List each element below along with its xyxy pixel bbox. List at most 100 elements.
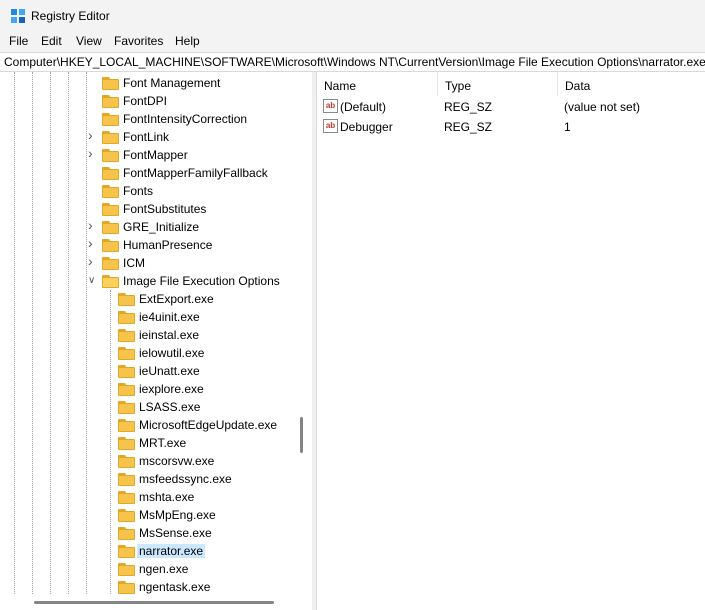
tree-item[interactable]: ngen.exe [0,560,293,578]
folder-icon [102,113,119,126]
folder-body [102,115,119,126]
tree-item[interactable]: ielowutil.exe [0,344,293,362]
tree-item[interactable]: › HumanPresence [0,236,293,254]
tree-item[interactable]: FontIntensityCorrection [0,110,293,128]
chevron-right-icon[interactable]: › [88,128,98,142]
folder-icon [118,581,135,594]
tree-item-label: ie4uinit.exe [139,310,200,324]
tree-item[interactable]: LSASS.exe [0,398,293,416]
folder-icon [118,527,135,540]
folder-icon [102,149,119,162]
tree-item[interactable]: › ICM [0,254,293,272]
chevron-right-icon[interactable]: › [88,218,98,232]
menu-edit[interactable]: Edit [40,34,63,48]
folder-body [118,457,135,468]
value-row[interactable]: ab (Default) REG_SZ (value not set) [317,97,705,117]
folder-body [118,475,135,486]
tree-item[interactable]: ieinstal.exe [0,326,293,344]
address-bar[interactable]: Computer\HKEY_LOCAL_MACHINE\SOFTWARE\Mic… [0,52,705,72]
tree-item[interactable]: › FontLink [0,128,293,146]
folder-icon [118,563,135,576]
folder-body [102,223,119,234]
tree-item-label: FontDPI [123,94,168,108]
menu-view[interactable]: View [75,34,103,48]
tree-item-label: Font Management [123,76,221,90]
scroll-thumb[interactable] [34,601,274,604]
tree-guide [110,290,111,594]
tree-item-label: ngentask.exe [139,580,211,594]
folder-body [118,529,135,540]
tree-item[interactable]: MRT.exe [0,434,293,452]
folder-body [118,565,135,576]
tree-item[interactable]: ie4uinit.exe [0,308,293,326]
tree-item[interactable]: › GRE_Initialize [0,218,293,236]
chevron-right-icon[interactable]: › [88,236,98,250]
tree-item[interactable]: narrator.exe [0,542,293,560]
folder-icon [102,77,119,90]
value-data: (value not set) [564,100,641,114]
tree-item[interactable]: FontDPI [0,92,293,110]
scroll-thumb[interactable] [300,417,303,453]
folder-body [118,421,135,432]
menu-favorites[interactable]: Favorites [113,34,164,48]
folder-body [102,241,119,252]
tree-item[interactable]: mscorsvw.exe [0,452,293,470]
folder-body [102,79,119,90]
folder-body [118,331,135,342]
window-title: Registry Editor [31,9,110,23]
tree-item-label: mscorsvw.exe [139,454,215,468]
title-bar: Registry Editor [0,0,705,32]
tree-item[interactable]: Fonts [0,182,293,200]
tree-item[interactable]: › FontMapper [0,146,293,164]
tree-item[interactable]: FontMapperFamilyFallback [0,164,293,182]
folder-body [118,403,135,414]
folder-icon [102,221,119,234]
regedit-icon [11,9,25,23]
menu-bar: File Edit View Favorites Help [0,32,705,52]
folder-icon [102,95,119,108]
tree-item[interactable]: ∨ Image File Execution Options [0,272,293,290]
value-data: 1 [564,120,571,134]
tree-vertical-scrollbar[interactable] [293,72,310,594]
folder-body [102,259,119,270]
column-header-data[interactable]: Data [558,72,705,96]
string-value-icon: ab [323,119,338,133]
tree-item[interactable]: ExtExport.exe [0,290,293,308]
folder-icon [118,383,135,396]
menu-file[interactable]: File [8,34,29,48]
tree-item-label: msfeedssync.exe [139,472,232,486]
menu-help[interactable]: Help [174,34,201,48]
tree-item-label: LSASS.exe [139,400,201,414]
value-row[interactable]: ab Debugger REG_SZ 1 [317,117,705,137]
tree-item-label: HumanPresence [123,238,213,252]
tree-item[interactable]: msfeedssync.exe [0,470,293,488]
tree-item[interactable]: Font Management [0,74,293,92]
folder-icon [118,347,135,360]
chevron-right-icon[interactable]: › [88,146,98,160]
column-header-name[interactable]: Name [317,72,438,96]
folder-body [118,547,135,558]
tree-item-label: FontMapper [123,148,188,162]
folder-icon [118,455,135,468]
tree-item-label: FontSubstitutes [123,202,207,216]
tree-item[interactable]: iexplore.exe [0,380,293,398]
tree-item-label: Image File Execution Options [123,274,280,288]
tree-item[interactable]: ieUnatt.exe [0,362,293,380]
tree-horizontal-scrollbar[interactable] [0,594,293,610]
folder-body [118,349,135,360]
tree-item[interactable]: mshta.exe [0,488,293,506]
chevron-right-icon[interactable]: › [88,254,98,268]
value-type: REG_SZ [444,120,493,134]
chevron-down-icon[interactable]: ∨ [88,275,98,287]
tree-item-label: mshta.exe [139,490,195,504]
column-header-type[interactable]: Type [438,72,558,96]
tree-item-label: GRE_Initialize [123,220,200,234]
tree-item[interactable]: MicrosoftEdgeUpdate.exe [0,416,293,434]
tree-item[interactable]: MsSense.exe [0,524,293,542]
tree-item[interactable]: ngentask.exe [0,578,293,594]
folder-body [118,367,135,378]
folder-body [102,133,119,144]
tree-item[interactable]: MsMpEng.exe [0,506,293,524]
tree-item[interactable]: FontSubstitutes [0,200,293,218]
values-pane: Name Type Data ab (Default) REG_SZ (valu… [316,72,705,610]
